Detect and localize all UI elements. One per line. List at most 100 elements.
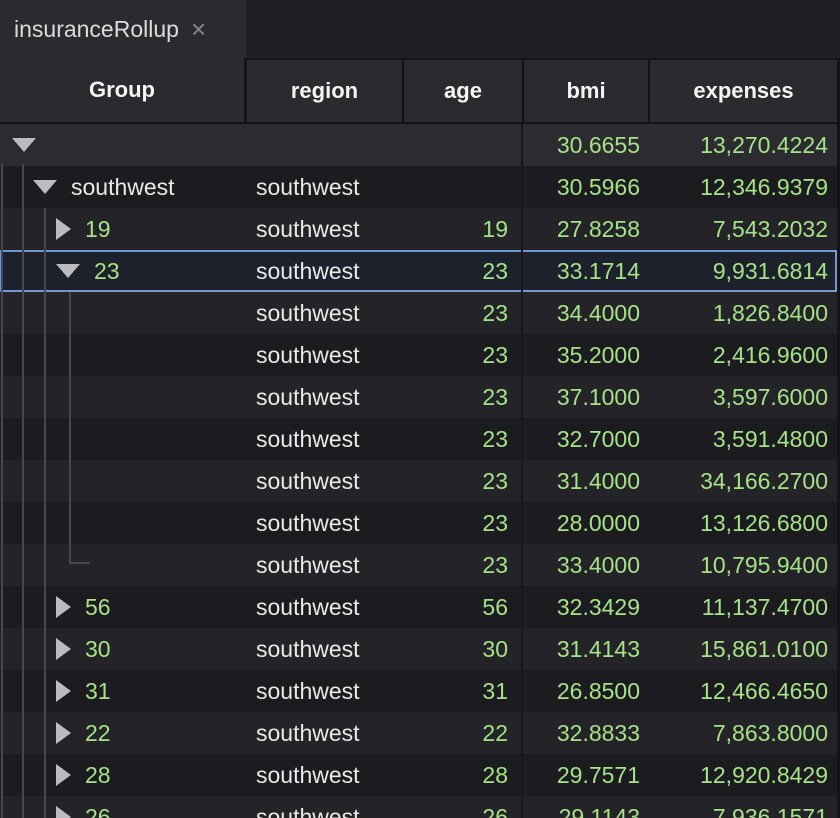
expenses-cell: 7,936.1571 [648,796,837,818]
bmi-cell: 30.6655 [522,124,648,166]
age-cell: 23 [402,376,522,418]
tree-guide-level-2 [44,208,46,818]
tree-toggle-icon[interactable] [56,218,71,240]
bmi-cell: 32.7000 [522,418,648,460]
region-cell: southwest [246,712,402,754]
age-cell: 23 [402,334,522,376]
bmi-cell: 37.1000 [522,376,648,418]
group-label: 26 [85,804,111,818]
table-row[interactable]: 30 southwest 30 31.4143 15,861.0100 [0,628,837,670]
expenses-cell: 7,543.2032 [648,208,837,250]
group-cell: 19 [0,208,246,250]
group-label: 23 [94,258,120,285]
tree-guide-level-3 [69,292,71,564]
column-header-region[interactable]: region [247,60,402,122]
bmi-cell: 32.3429 [522,586,648,628]
age-cell: 23 [402,544,522,586]
bmi-cell: 26.8500 [522,670,648,712]
region-cell: southwest [246,544,402,586]
expenses-cell: 12,920.8429 [648,754,837,796]
bmi-cell: 34.4000 [522,292,648,334]
age-cell: 56 [402,586,522,628]
group-cell: 31 [0,670,246,712]
region-cell: southwest [246,628,402,670]
group-label: 28 [85,762,111,789]
close-icon[interactable]: × [191,16,206,42]
column-header-age[interactable]: age [404,60,522,122]
table-row[interactable]: 22 southwest 22 32.8833 7,863.8000 [0,712,837,754]
table-row[interactable]: 30.6655 13,270.4224 [0,124,837,166]
group-cell [0,418,246,460]
table-row[interactable]: southwest 23 35.2000 2,416.9600 [0,334,837,376]
age-cell: 22 [402,712,522,754]
table-row[interactable]: 31 southwest 31 26.8500 12,466.4650 [0,670,837,712]
group-cell [0,502,246,544]
expenses-cell: 11,137.4700 [648,586,837,628]
group-cell [0,460,246,502]
table-row[interactable]: southwest southwest 30.5966 12,346.9379 [0,166,837,208]
bmi-cell: 33.1714 [522,250,648,292]
table-row[interactable]: southwest 23 37.1000 3,597.6000 [0,376,837,418]
bmi-cell: 27.8258 [522,208,648,250]
expenses-cell: 34,166.2700 [648,460,837,502]
expenses-cell: 15,861.0100 [648,628,837,670]
expenses-cell: 9,931.6814 [648,250,837,292]
group-cell [0,292,246,334]
region-cell [246,124,402,166]
age-cell: 31 [402,670,522,712]
table-row[interactable]: 28 southwest 28 29.7571 12,920.8429 [0,754,837,796]
column-header-group[interactable]: Group [0,58,244,122]
tree-toggle-icon[interactable] [56,806,71,818]
table-row[interactable]: 19 southwest 19 27.8258 7,543.2032 [0,208,837,250]
bmi-cell: 30.5966 [522,166,648,208]
tree-toggle-icon[interactable] [56,638,71,660]
group-label: 22 [85,720,111,747]
table-body: 30.6655 13,270.4224 southwest southwest … [0,124,837,818]
tree-toggle-icon[interactable] [56,722,71,744]
tree-toggle-icon[interactable] [56,680,71,702]
column-header-bmi[interactable]: bmi [524,60,648,122]
age-cell: 23 [402,460,522,502]
group-cell: southwest [0,166,246,208]
datagrid-viewer: insuranceRollup × Group region age bmi e… [0,0,840,818]
tree-guide-elbow [69,562,90,564]
expenses-cell: 12,466.4650 [648,670,837,712]
table-row[interactable]: southwest 23 33.4000 10,795.9400 [0,544,837,586]
tree-toggle-icon[interactable] [56,764,71,786]
column-divider [521,124,523,818]
region-cell: southwest [246,796,402,818]
expenses-cell: 7,863.8000 [648,712,837,754]
table-row[interactable]: 56 southwest 56 32.3429 11,137.4700 [0,586,837,628]
group-label: southwest [71,174,175,201]
age-cell: 28 [402,754,522,796]
bmi-cell: 29.7571 [522,754,648,796]
column-header-expenses[interactable]: expenses [650,60,837,122]
table-row[interactable]: 26 southwest 26 29.1143 7,936.1571 [0,796,837,818]
expenses-cell: 10,795.9400 [648,544,837,586]
table-row[interactable]: southwest 23 28.0000 13,126.6800 [0,502,837,544]
tree-guide-level-1 [22,164,24,818]
table-row[interactable]: southwest 23 32.7000 3,591.4800 [0,418,837,460]
group-cell [0,544,246,586]
table-row[interactable]: 23 southwest 23 33.1714 9,931.6814 [0,250,837,292]
region-cell: southwest [246,670,402,712]
bmi-cell: 33.4000 [522,544,648,586]
tab-insurance-rollup[interactable]: insuranceRollup × [0,0,246,58]
group-label: 19 [85,216,111,243]
region-cell: southwest [246,208,402,250]
bmi-cell: 35.2000 [522,334,648,376]
tree-toggle-icon[interactable] [56,264,80,278]
region-cell: southwest [246,376,402,418]
tree-toggle-icon[interactable] [33,180,57,194]
table-row[interactable]: southwest 23 31.4000 34,166.2700 [0,460,837,502]
tree-toggle-icon[interactable] [12,138,36,152]
region-cell: southwest [246,166,402,208]
tree-toggle-icon[interactable] [56,596,71,618]
region-cell: southwest [246,334,402,376]
age-cell: 23 [402,250,522,292]
expenses-cell: 13,270.4224 [648,124,837,166]
table-row[interactable]: southwest 23 34.4000 1,826.8400 [0,292,837,334]
age-cell: 30 [402,628,522,670]
region-cell: southwest [246,250,402,292]
group-cell: 26 [0,796,246,818]
